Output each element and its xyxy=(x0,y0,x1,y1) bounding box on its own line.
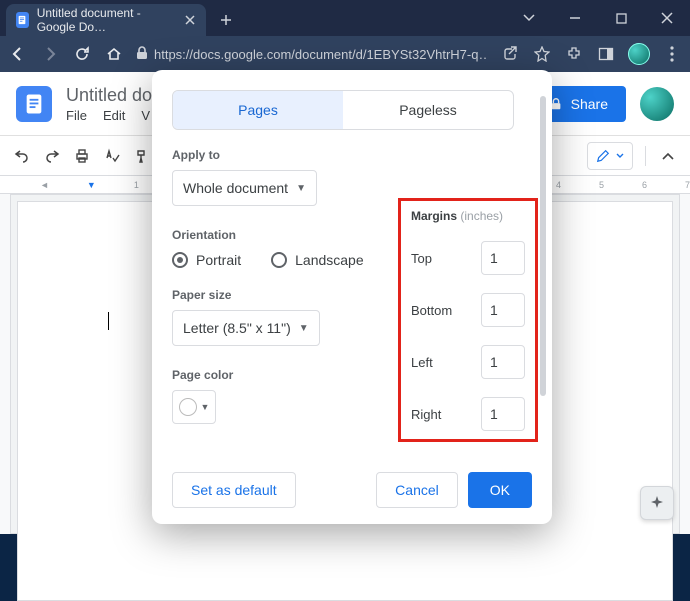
ok-button[interactable]: OK xyxy=(468,472,532,508)
dialog-footer: Set as default Cancel OK xyxy=(172,472,532,508)
dialog-backdrop: Pages Pageless Apply to Whole document ▼… xyxy=(0,0,690,534)
margins-unit: (inches) xyxy=(460,209,503,223)
margin-top-input[interactable] xyxy=(481,241,525,275)
paper-size-value: Letter (8.5" x 11") xyxy=(183,320,291,336)
page-color-select[interactable]: ▼ xyxy=(172,390,216,424)
caret-down-icon: ▼ xyxy=(201,402,210,412)
apply-to-value: Whole document xyxy=(183,180,288,196)
margins-section: Margins (inches) Top Bottom Left Right xyxy=(398,198,538,442)
radio-landscape-label: Landscape xyxy=(295,252,364,268)
color-swatch-icon xyxy=(179,398,197,416)
margin-left-input[interactable] xyxy=(481,345,525,379)
set-default-button[interactable]: Set as default xyxy=(172,472,296,508)
paper-size-select[interactable]: Letter (8.5" x 11") ▼ xyxy=(172,310,320,346)
cancel-button[interactable]: Cancel xyxy=(376,472,458,508)
dialog-scrollbar[interactable] xyxy=(540,86,546,508)
radio-portrait[interactable]: Portrait xyxy=(172,252,241,268)
tab-pages[interactable]: Pages xyxy=(173,91,343,129)
radio-icon xyxy=(172,252,188,268)
margins-label: Margins xyxy=(411,209,457,223)
radio-landscape[interactable]: Landscape xyxy=(271,252,364,268)
margin-bottom-input[interactable] xyxy=(481,293,525,327)
radio-icon xyxy=(271,252,287,268)
margin-bottom-label: Bottom xyxy=(411,303,452,318)
margin-left-label: Left xyxy=(411,355,433,370)
tab-pageless[interactable]: Pageless xyxy=(343,91,513,129)
margin-right-label: Right xyxy=(411,407,441,422)
margin-right-input[interactable] xyxy=(481,397,525,431)
page-setup-dialog: Pages Pageless Apply to Whole document ▼… xyxy=(152,70,552,524)
dialog-tabs: Pages Pageless xyxy=(172,90,514,130)
radio-portrait-label: Portrait xyxy=(196,252,241,268)
margin-top-label: Top xyxy=(411,251,432,266)
caret-down-icon: ▼ xyxy=(299,323,309,334)
caret-down-icon: ▼ xyxy=(296,183,306,194)
apply-to-label: Apply to xyxy=(172,148,538,162)
apply-to-select[interactable]: Whole document ▼ xyxy=(172,170,317,206)
